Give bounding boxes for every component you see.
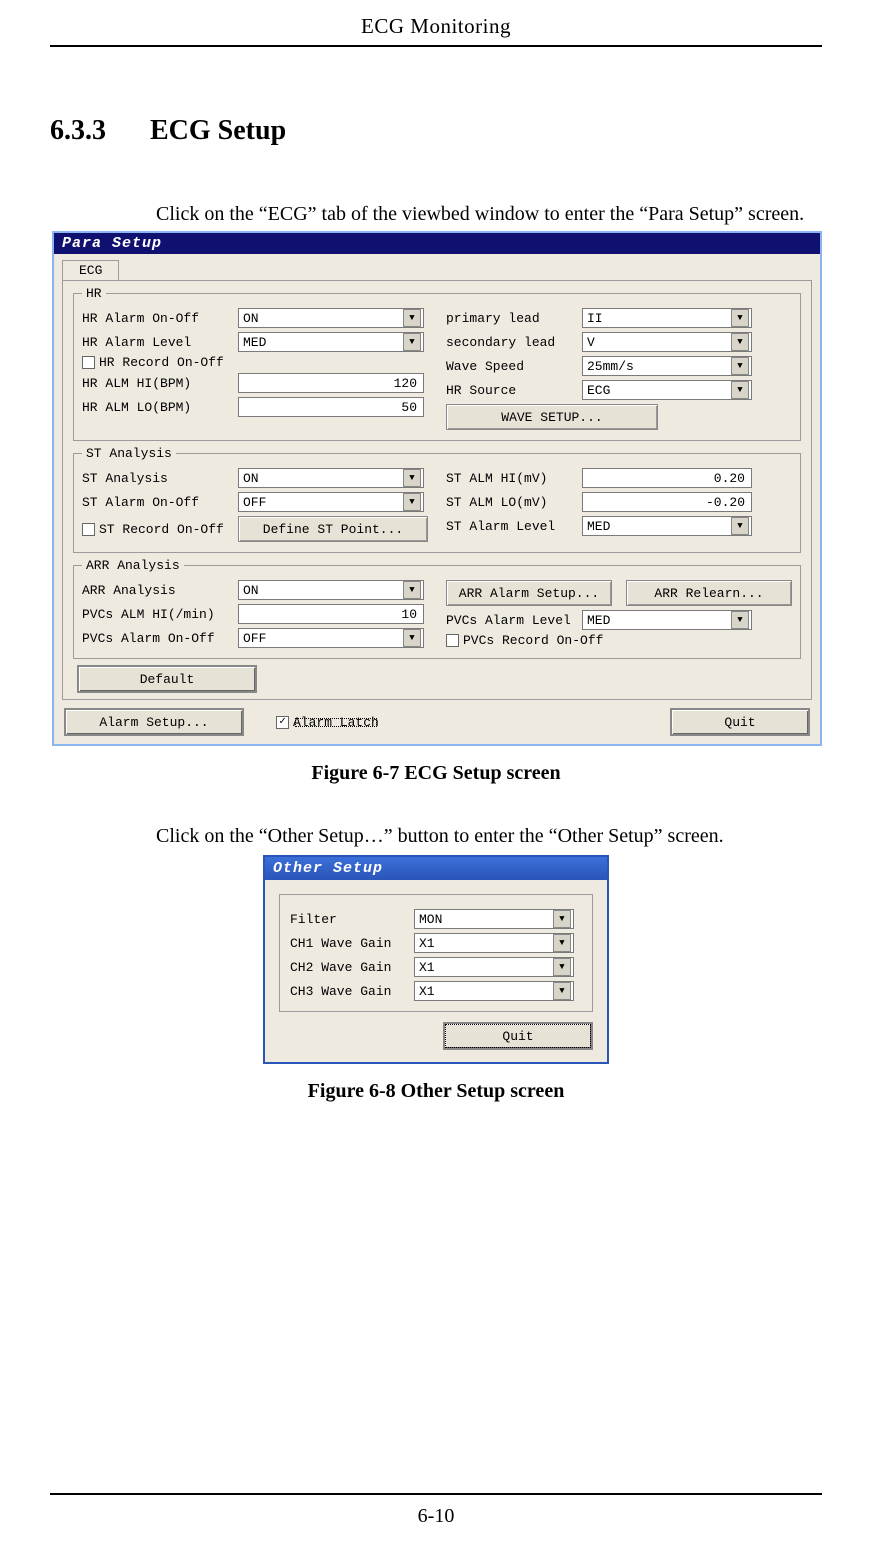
- pvcs-alm-hi-input[interactable]: 10: [238, 604, 424, 624]
- arr-relearn-button[interactable]: ARR Relearn...: [626, 580, 792, 606]
- chevron-down-icon: ▼: [731, 357, 749, 375]
- ch2-gain-select[interactable]: X1▼: [414, 957, 574, 977]
- ch2-gain-label: CH2 Wave Gain: [290, 961, 408, 974]
- st-alarm-onoff-label: ST Alarm On-Off: [82, 496, 232, 509]
- arr-legend: ARR Analysis: [82, 559, 184, 572]
- st-group: ST Analysis ST Analysis ON▼ ST Alarm On-…: [73, 447, 801, 553]
- hr-source-select[interactable]: ECG▼: [582, 380, 752, 400]
- pvcs-record-onoff-checkbox[interactable]: PVCs Record On-Off: [446, 634, 603, 647]
- alarm-latch-checkbox[interactable]: ✓ Alarm Latch: [276, 716, 379, 729]
- hr-alarm-level-label: HR Alarm Level: [82, 336, 232, 349]
- pvcs-alarm-level-label: PVCs Alarm Level: [446, 614, 576, 627]
- chevron-down-icon: ▼: [403, 629, 421, 647]
- other-setup-window: Other Setup Filter MON▼ CH1 Wave Gain X1…: [263, 855, 609, 1064]
- ch3-gain-label: CH3 Wave Gain: [290, 985, 408, 998]
- pvcs-alarm-onoff-select[interactable]: OFF▼: [238, 628, 424, 648]
- chevron-down-icon: ▼: [553, 958, 571, 976]
- st-alm-lo-input[interactable]: -0.20: [582, 492, 752, 512]
- paragraph-1: Click on the “ECG” tab of the viewbed wi…: [156, 201, 822, 227]
- para-setup-titlebar: Para Setup: [54, 233, 820, 254]
- section-title: ECG Setup: [150, 115, 286, 146]
- figure-6-7-caption: Figure 6-7 ECG Setup screen: [50, 762, 822, 785]
- hr-legend: HR: [82, 287, 106, 300]
- hr-alarm-level-select[interactable]: MED▼: [238, 332, 424, 352]
- chevron-down-icon: ▼: [553, 982, 571, 1000]
- checkbox-checked-icon: ✓: [276, 716, 289, 729]
- alarm-setup-button[interactable]: Alarm Setup...: [64, 708, 244, 736]
- st-alm-hi-input[interactable]: 0.20: [582, 468, 752, 488]
- ch1-gain-select[interactable]: X1▼: [414, 933, 574, 953]
- pvcs-alarm-level-select[interactable]: MED▼: [582, 610, 752, 630]
- secondary-lead-select[interactable]: V▼: [582, 332, 752, 352]
- pvcs-alm-hi-label: PVCs ALM HI(/min): [82, 608, 232, 621]
- st-record-onoff-checkbox[interactable]: ST Record On-Off: [82, 523, 224, 536]
- section-number: 6.3.3: [50, 115, 106, 146]
- chevron-down-icon: ▼: [731, 381, 749, 399]
- wave-speed-label: Wave Speed: [446, 360, 576, 373]
- st-alarm-level-select[interactable]: MED▼: [582, 516, 752, 536]
- define-st-point-button[interactable]: Define ST Point...: [238, 516, 428, 542]
- wave-setup-button[interactable]: WAVE SETUP...: [446, 404, 658, 430]
- chevron-down-icon: ▼: [403, 493, 421, 511]
- wave-speed-select[interactable]: 25mm/s▼: [582, 356, 752, 376]
- page-number: 6-10: [50, 1493, 822, 1528]
- chevron-down-icon: ▼: [553, 934, 571, 952]
- st-alm-lo-label: ST ALM LO(mV): [446, 496, 576, 509]
- paragraph-2: Click on the “Other Setup…” button to en…: [156, 823, 822, 849]
- secondary-lead-label: secondary lead: [446, 336, 576, 349]
- default-button[interactable]: Default: [77, 665, 257, 693]
- running-header: ECG Monitoring: [50, 0, 822, 47]
- primary-lead-select[interactable]: II▼: [582, 308, 752, 328]
- hr-group: HR HR Alarm On-Off ON▼ HR Alarm Level ME…: [73, 287, 801, 441]
- ecg-panel: HR HR Alarm On-Off ON▼ HR Alarm Level ME…: [62, 280, 812, 700]
- filter-select[interactable]: MON▼: [414, 909, 574, 929]
- para-setup-footer: Alarm Setup... ✓ Alarm Latch Quit: [64, 708, 810, 736]
- checkbox-icon: [446, 634, 459, 647]
- checkbox-icon: [82, 523, 95, 536]
- st-alm-hi-label: ST ALM HI(mV): [446, 472, 576, 485]
- hr-source-label: HR Source: [446, 384, 576, 397]
- filter-label: Filter: [290, 913, 408, 926]
- st-analysis-select[interactable]: ON▼: [238, 468, 424, 488]
- st-alarm-level-label: ST Alarm Level: [446, 520, 576, 533]
- chevron-down-icon: ▼: [403, 581, 421, 599]
- hr-alm-lo-input[interactable]: 50: [238, 397, 424, 417]
- hr-alm-lo-label: HR ALM LO(BPM): [82, 401, 232, 414]
- other-setup-titlebar: Other Setup: [265, 857, 607, 880]
- hr-record-onoff-checkbox[interactable]: HR Record On-Off: [82, 356, 224, 369]
- arr-analysis-select[interactable]: ON▼: [238, 580, 424, 600]
- arr-alarm-setup-button[interactable]: ARR Alarm Setup...: [446, 580, 612, 606]
- chevron-down-icon: ▼: [731, 333, 749, 351]
- ch3-gain-select[interactable]: X1▼: [414, 981, 574, 1001]
- chevron-down-icon: ▼: [553, 910, 571, 928]
- quit-button[interactable]: Quit: [670, 708, 810, 736]
- chevron-down-icon: ▼: [403, 309, 421, 327]
- st-legend: ST Analysis: [82, 447, 176, 460]
- other-setup-quit-button[interactable]: Quit: [443, 1022, 593, 1050]
- tab-ecg[interactable]: ECG: [62, 260, 119, 280]
- pvcs-alarm-onoff-label: PVCs Alarm On-Off: [82, 632, 232, 645]
- chevron-down-icon: ▼: [403, 333, 421, 351]
- hr-alm-hi-input[interactable]: 120: [238, 373, 424, 393]
- st-analysis-label: ST Analysis: [82, 472, 232, 485]
- chevron-down-icon: ▼: [731, 309, 749, 327]
- ch1-gain-label: CH1 Wave Gain: [290, 937, 408, 950]
- hr-alarm-onoff-select[interactable]: ON▼: [238, 308, 424, 328]
- hr-alm-hi-label: HR ALM HI(BPM): [82, 377, 232, 390]
- other-setup-panel: Filter MON▼ CH1 Wave Gain X1▼ CH2 Wave G…: [279, 894, 593, 1012]
- para-setup-window: Para Setup ECG HR HR Alarm On-Off ON▼ HR…: [52, 231, 822, 746]
- hr-alarm-onoff-label: HR Alarm On-Off: [82, 312, 232, 325]
- section-heading: 6.3.3 ECG Setup: [50, 115, 822, 147]
- arr-analysis-label: ARR Analysis: [82, 584, 232, 597]
- chevron-down-icon: ▼: [403, 469, 421, 487]
- chevron-down-icon: ▼: [731, 517, 749, 535]
- arr-group: ARR Analysis ARR Analysis ON▼ PVCs ALM H…: [73, 559, 801, 659]
- chevron-down-icon: ▼: [731, 611, 749, 629]
- checkbox-icon: [82, 356, 95, 369]
- figure-6-8-caption: Figure 6-8 Other Setup screen: [50, 1080, 822, 1103]
- primary-lead-label: primary lead: [446, 312, 576, 325]
- st-alarm-onoff-select[interactable]: OFF▼: [238, 492, 424, 512]
